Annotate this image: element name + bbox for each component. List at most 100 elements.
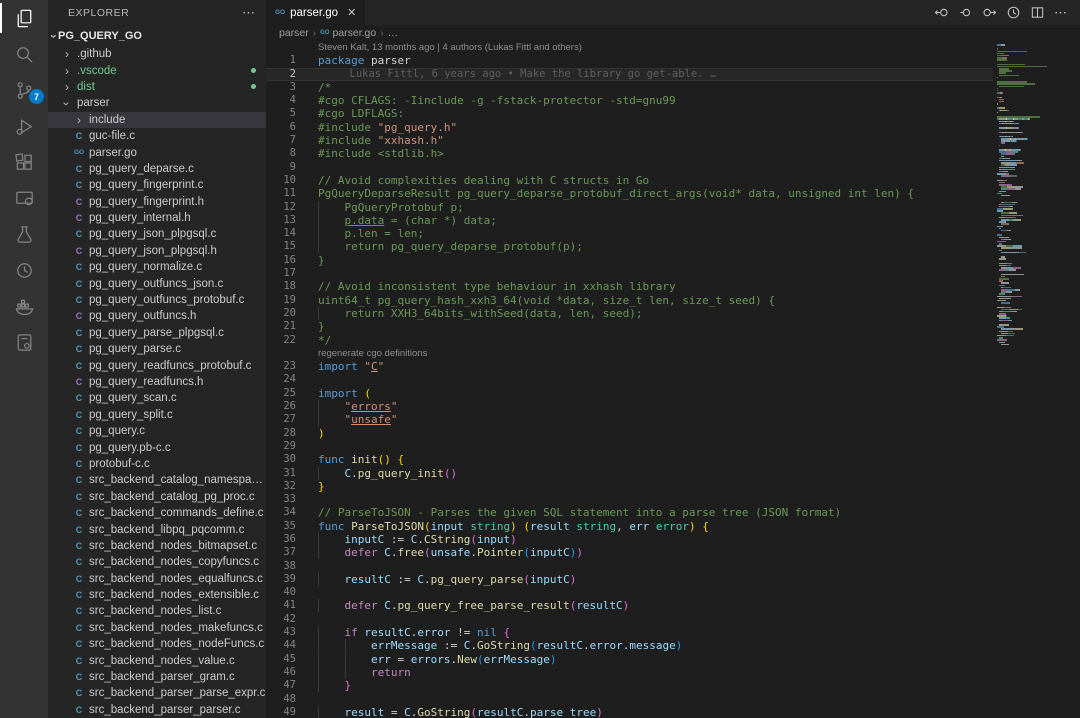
close-tab-icon[interactable]: ✕	[347, 6, 356, 19]
tree-item-src-backend-nodes-list-c[interactable]: Csrc_backend_nodes_list.c	[48, 603, 266, 619]
open-changes-icon[interactable]	[958, 5, 973, 20]
tree-item-pg-query-outfuncs-json-c[interactable]: Cpg_query_outfuncs_json.c	[48, 275, 266, 291]
tree-item-pg-query-readfuncs-h[interactable]: Cpg_query_readfuncs.h	[48, 374, 266, 390]
code-line-22[interactable]: 22*/	[266, 334, 993, 347]
code-lens[interactable]: regenerate cgo definitions	[266, 347, 993, 360]
explorer-more-actions-icon[interactable]: ⋯	[242, 5, 256, 21]
tree-item-src-backend-nodes-value-c[interactable]: Csrc_backend_nodes_value.c	[48, 652, 266, 668]
tree-item-pg-query-json-plpgsql-c[interactable]: Cpg_query_json_plpgsql.c	[48, 226, 266, 242]
tree-item-pg-query-outfuncs-h[interactable]: Cpg_query_outfuncs.h	[48, 308, 266, 324]
code-line-49[interactable]: 49 result = C.GoString(resultC.parse_tre…	[266, 706, 993, 718]
code-line-28[interactable]: 28)	[266, 427, 993, 440]
code-line-33[interactable]: 33	[266, 493, 993, 506]
code-line-19[interactable]: 19uint64_t pg_query_hash_xxh3_64(void *d…	[266, 294, 993, 307]
code-line-8[interactable]: 8#include <stdlib.h>	[266, 147, 993, 160]
tree-item-pg-query-json-plpgsql-h[interactable]: Cpg_query_json_plpgsql.h	[48, 243, 266, 259]
code-line-20[interactable]: 20 return XXH3_64bits_withSeed(data, len…	[266, 307, 993, 320]
code-lens[interactable]: Steven Kalt, 13 months ago | 4 authors (…	[266, 41, 993, 54]
code-line-4[interactable]: 4#cgo CFLAGS: -Iinclude -g -fstack-prote…	[266, 94, 993, 107]
tree-item-dist[interactable]: ›dist	[48, 79, 266, 95]
tree-item-src-backend-parser-gram-c[interactable]: Csrc_backend_parser_gram.c	[48, 669, 266, 685]
code-line-24[interactable]: 24	[266, 373, 993, 386]
open-changes-next-icon[interactable]	[982, 5, 997, 20]
code-line-14[interactable]: 14 p.len = len;	[266, 227, 993, 240]
code-line-32[interactable]: 32}	[266, 480, 993, 493]
open-changes-prev-icon[interactable]	[934, 5, 949, 20]
code-line-29[interactable]: 29	[266, 440, 993, 453]
code-line-18[interactable]: 18// Avoid inconsistent type behaviour i…	[266, 280, 993, 293]
code-line-11[interactable]: 11PgQueryDeparseResult pg_query_deparse_…	[266, 187, 993, 200]
tree-item-pg-query-internal-h[interactable]: Cpg_query_internal.h	[48, 210, 266, 226]
code-line-16[interactable]: 16}	[266, 254, 993, 267]
code-line-44[interactable]: 44 errMessage := C.GoString(resultC.erro…	[266, 639, 993, 652]
testing-icon[interactable]	[0, 216, 48, 252]
tree-item-parser[interactable]: ›parser	[48, 95, 266, 111]
code-line-34[interactable]: 34// ParseToJSON - Parses the given SQL …	[266, 506, 993, 519]
tree-item-pg-query-pb-c-c[interactable]: Cpg_query.pb-c.c	[48, 439, 266, 455]
tree-item-pg-query-deparse-c[interactable]: Cpg_query_deparse.c	[48, 161, 266, 177]
code-line-41[interactable]: 41 defer C.pg_query_free_parse_result(re…	[266, 599, 993, 612]
tree-item-src-backend-catalog-namespace-c[interactable]: Csrc_backend_catalog_namespace.c	[48, 472, 266, 488]
breadcrumb-item[interactable]: …	[388, 27, 399, 39]
tree-item-pg-query-normalize-c[interactable]: Cpg_query_normalize.c	[48, 259, 266, 275]
code-line-26[interactable]: 26 "errors"	[266, 400, 993, 413]
code-line-39[interactable]: 39 resultC := C.pg_query_parse(inputC)	[266, 573, 993, 586]
project-manager-icon[interactable]	[0, 324, 48, 360]
code-line-45[interactable]: 45 err = errors.New(errMessage)	[266, 653, 993, 666]
code-line-21[interactable]: 21}	[266, 320, 993, 333]
tree-item-pg-query-c[interactable]: Cpg_query.c	[48, 423, 266, 439]
extensions-icon[interactable]	[0, 144, 48, 180]
more-actions-icon[interactable]: ⋯	[1054, 5, 1068, 21]
code-line-3[interactable]: 3/*	[266, 81, 993, 94]
code-line-7[interactable]: 7#include "xxhash.h"	[266, 134, 993, 147]
workspace-section-header[interactable]: › PG_QUERY_GO	[48, 26, 266, 46]
code-line-27[interactable]: 27 "unsafe"	[266, 413, 993, 426]
tree-item-src-backend-nodes-equalfuncs-c[interactable]: Csrc_backend_nodes_equalfuncs.c	[48, 571, 266, 587]
tree-item-include[interactable]: ›include	[48, 112, 266, 128]
remote-explorer-icon[interactable]	[0, 180, 48, 216]
tree-item-pg-query-scan-c[interactable]: Cpg_query_scan.c	[48, 390, 266, 406]
tree-item-pg-query-fingerprint-h[interactable]: Cpg_query_fingerprint.h	[48, 194, 266, 210]
code-line-36[interactable]: 36 inputC := C.CString(input)	[266, 533, 993, 546]
tree-item-pg-query-fingerprint-c[interactable]: Cpg_query_fingerprint.c	[48, 177, 266, 193]
code-line-40[interactable]: 40	[266, 586, 993, 599]
tree-item-parser-go[interactable]: GOparser.go	[48, 144, 266, 160]
code-line-15[interactable]: 15 return pg_query_deparse_protobuf(p);	[266, 240, 993, 253]
tree-item-protobuf-c-c[interactable]: Cprotobuf-c.c	[48, 456, 266, 472]
code-line-6[interactable]: 6#include "pg_query.h"	[266, 121, 993, 134]
run-and-debug-icon[interactable]	[0, 108, 48, 144]
code-line-17[interactable]: 17	[266, 267, 993, 280]
code-line-46[interactable]: 46 return	[266, 666, 993, 679]
explorer-icon[interactable]	[0, 0, 48, 36]
code-line-38[interactable]: 38	[266, 560, 993, 573]
tree-item-src-backend-nodes-makefuncs-c[interactable]: Csrc_backend_nodes_makefuncs.c	[48, 620, 266, 636]
tree-item-src-backend-nodes-nodefuncs-c[interactable]: Csrc_backend_nodes_nodeFuncs.c	[48, 636, 266, 652]
tree-item-pg-query-readfuncs-protobuf-c[interactable]: Cpg_query_readfuncs_protobuf.c	[48, 357, 266, 373]
breadcrumb-item[interactable]: parser	[279, 27, 309, 39]
minimap[interactable]	[993, 41, 1080, 718]
code-area[interactable]: Steven Kalt, 13 months ago | 4 authors (…	[266, 41, 993, 718]
code-line-47[interactable]: 47 }	[266, 679, 993, 692]
tree-item-src-backend-nodes-extensible-c[interactable]: Csrc_backend_nodes_extensible.c	[48, 587, 266, 603]
file-history-icon[interactable]	[1006, 5, 1021, 20]
code-line-12[interactable]: 12 PgQueryProtobuf p;	[266, 201, 993, 214]
tree-item-src-backend-parser-parse-expr-c[interactable]: Csrc_backend_parser_parse_expr.c	[48, 685, 266, 701]
code-line-9[interactable]: 9	[266, 161, 993, 174]
gitlens-icon[interactable]	[0, 252, 48, 288]
split-editor-icon[interactable]	[1030, 5, 1045, 20]
tree-item-src-backend-parser-parser-c[interactable]: Csrc_backend_parser_parser.c	[48, 702, 266, 718]
code-line-23[interactable]: 23import "C"	[266, 360, 993, 373]
docker-icon[interactable]	[0, 288, 48, 324]
code-line-1[interactable]: 1package parser	[266, 54, 993, 67]
code-line-13[interactable]: 13 p.data = (char *) data;	[266, 214, 993, 227]
code-line-30[interactable]: 30func init() {	[266, 453, 993, 466]
breadcrumb-item[interactable]: GOparser.go	[320, 27, 376, 39]
tree-item-src-backend-libpq-pqcomm-c[interactable]: Csrc_backend_libpq_pqcomm.c	[48, 521, 266, 537]
tree-item-src-backend-catalog-pg-proc-c[interactable]: Csrc_backend_catalog_pg_proc.c	[48, 489, 266, 505]
tree-item-src-backend-nodes-copyfuncs-c[interactable]: Csrc_backend_nodes_copyfuncs.c	[48, 554, 266, 570]
tree-item-pg-query-outfuncs-protobuf-c[interactable]: Cpg_query_outfuncs_protobuf.c	[48, 292, 266, 308]
code-line-42[interactable]: 42	[266, 613, 993, 626]
code-line-31[interactable]: 31 C.pg_query_init()	[266, 467, 993, 480]
tab-parser-go[interactable]: GO parser.go ✕	[266, 0, 365, 25]
tree-item-pg-query-parse-c[interactable]: Cpg_query_parse.c	[48, 341, 266, 357]
